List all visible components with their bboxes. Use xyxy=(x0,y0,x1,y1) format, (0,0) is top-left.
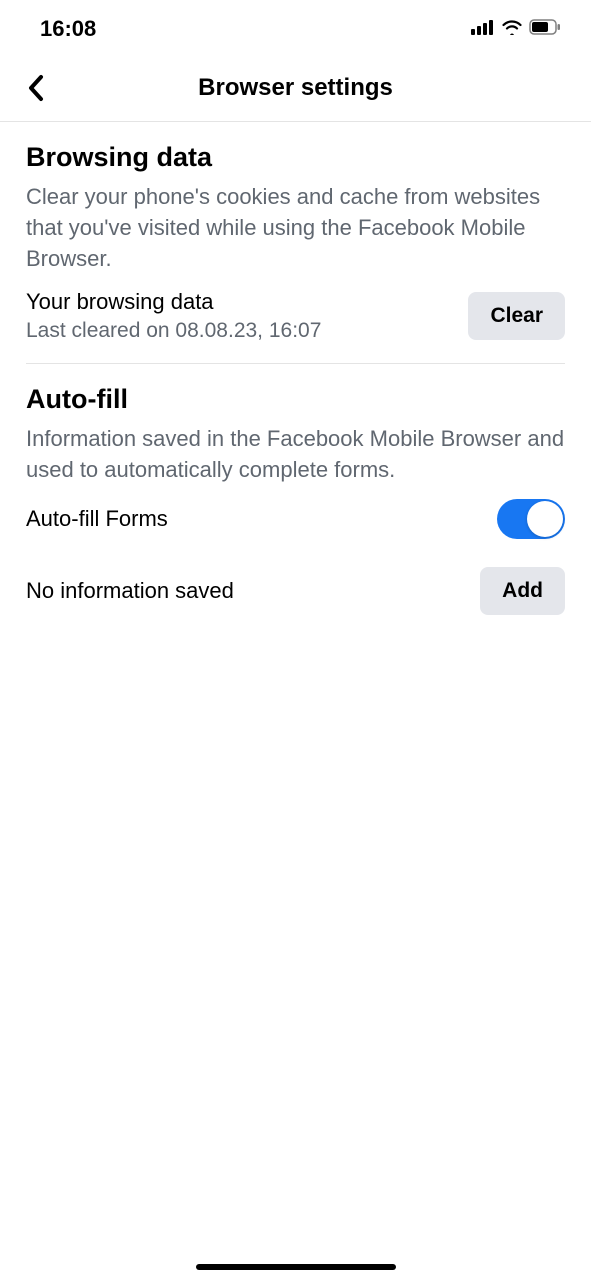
chevron-left-icon xyxy=(27,74,45,102)
section-desc-browsing: Clear your phone's cookies and cache fro… xyxy=(26,181,565,275)
wifi-icon xyxy=(501,19,523,40)
back-button[interactable] xyxy=(18,70,54,106)
status-icons xyxy=(471,19,561,40)
status-time: 16:08 xyxy=(40,16,96,42)
toggle-knob xyxy=(527,501,563,537)
divider xyxy=(26,363,565,364)
nav-header: Browser settings xyxy=(0,54,591,122)
browsing-data-sublabel: Last cleared on 08.08.23, 16:07 xyxy=(26,319,321,343)
section-title-autofill: Auto-fill xyxy=(26,384,565,415)
add-button[interactable]: Add xyxy=(480,567,565,615)
autofill-toggle-row: Auto-fill Forms xyxy=(26,499,565,539)
cellular-icon xyxy=(471,19,495,40)
browsing-data-label: Your browsing data xyxy=(26,289,321,315)
home-indicator[interactable] xyxy=(196,1264,396,1270)
autofill-info-label: No information saved xyxy=(26,578,234,604)
section-desc-autofill: Information saved in the Facebook Mobile… xyxy=(26,423,565,485)
page-title: Browser settings xyxy=(198,74,393,102)
browsing-data-row: Your browsing data Last cleared on 08.08… xyxy=(26,289,565,343)
autofill-section: Auto-fill Information saved in the Faceb… xyxy=(26,384,565,615)
clear-button[interactable]: Clear xyxy=(468,292,565,340)
autofill-info-row: No information saved Add xyxy=(26,567,565,615)
status-bar: 16:08 xyxy=(0,0,591,54)
section-title-browsing: Browsing data xyxy=(26,142,565,173)
browsing-data-section: Browsing data Clear your phone's cookies… xyxy=(26,142,565,343)
autofill-toggle[interactable] xyxy=(497,499,565,539)
battery-icon xyxy=(529,19,561,40)
autofill-toggle-label: Auto-fill Forms xyxy=(26,506,168,532)
